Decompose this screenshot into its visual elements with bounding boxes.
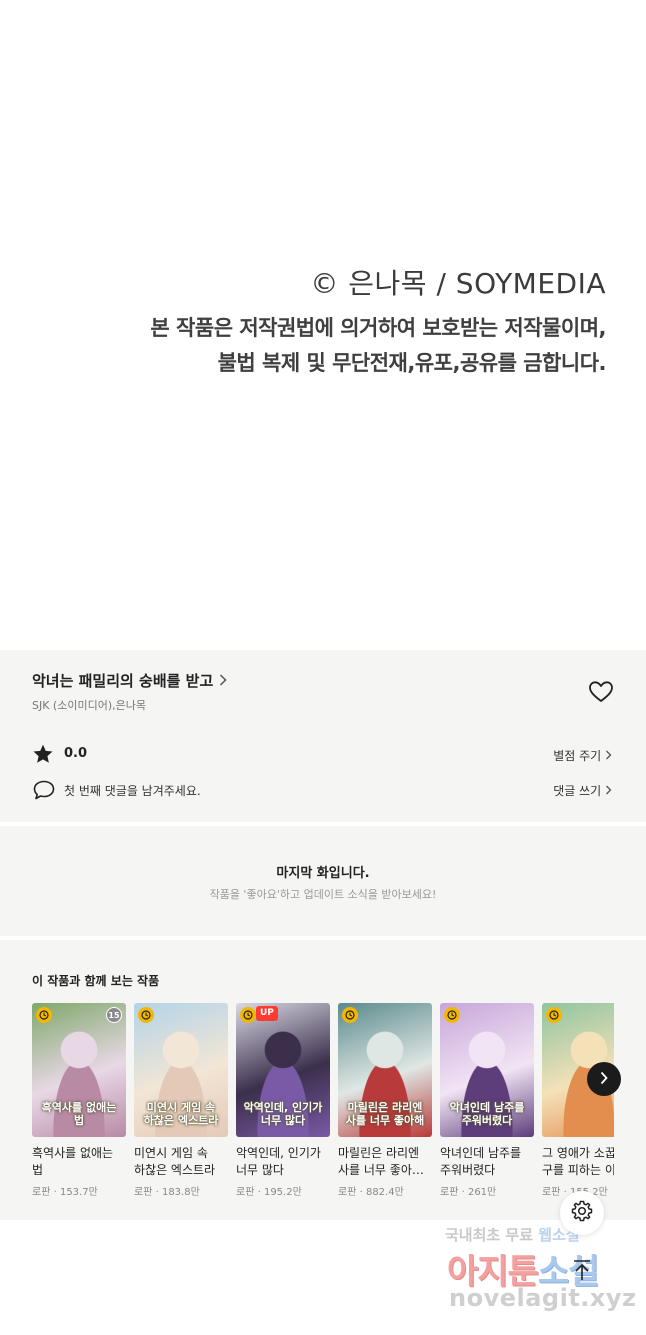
card-title: 미연시 게임 속 하찮은 엑스트라 bbox=[134, 1146, 216, 1177]
card-title: 악역인데, 인기가 너무 많다 bbox=[236, 1146, 321, 1177]
watermark-url: novelagit.xyz bbox=[449, 1284, 637, 1312]
recommendation-card[interactable]: 악녀인데 남주를 주워버렸다 악녀인데 남주를 주워버렸다 로판 · 261만 bbox=[440, 1003, 534, 1198]
card-title: 마릴린은 라리엔 사를 너무 좋아… bbox=[338, 1146, 424, 1177]
work-title: 악녀는 패밀리의 숭배를 받고 bbox=[32, 672, 214, 690]
cover-title-art: 악녀인데 남주를 주워버렸다 bbox=[449, 1101, 525, 1127]
chevron-right-icon bbox=[219, 672, 227, 690]
clock-icon bbox=[546, 1007, 562, 1023]
copyright-line: © 은나목 / SOYMEDIA bbox=[310, 267, 606, 300]
card-genre: 로판 bbox=[440, 1187, 459, 1198]
card-meta: 로판 · 183.8만 bbox=[134, 1187, 200, 1198]
recommendation-card[interactable]: 마릴린은 라리엔사를 너무 좋아해마릴린은 라리엔 사를 너무 좋아… 로판 · … bbox=[338, 1003, 432, 1198]
cover-image: 15 흑역사를 없애는 법 bbox=[32, 1003, 126, 1137]
comment-hint: 첫 번째 댓글을 남겨주세요. bbox=[64, 784, 201, 798]
card-meta: 로판 · 153.7만 bbox=[32, 1187, 98, 1198]
recommendation-card[interactable]: 미연시 게임 속 하찮은 엑스트라 미연시 게임 속 하찮은 엑스트라 로판 · 1… bbox=[134, 1003, 228, 1198]
card-meta: 로판 · 261만 bbox=[440, 1187, 497, 1198]
arrow-up-icon bbox=[571, 1258, 593, 1286]
work-info-section: 악녀는 패밀리의 숭배를 받고 SJK (소이미디어),은나목 0.0 별점 주… bbox=[0, 650, 646, 822]
age-rating-badge: 15 bbox=[106, 1007, 122, 1023]
cover-title-art: 마릴린은 라리엔사를 너무 좋아해 bbox=[345, 1101, 425, 1127]
chevron-right-icon bbox=[605, 749, 612, 763]
heart-icon[interactable] bbox=[588, 680, 614, 704]
copyright-notice-image: © 은나목 / SOYMEDIA 본 작품은 저작권법에 의거하여 보호받는 저… bbox=[0, 0, 646, 650]
clock-icon bbox=[138, 1007, 154, 1023]
card-views: 183.8만 bbox=[161, 1187, 200, 1198]
recommendation-card[interactable]: 15 흑역사를 없애는 법 흑역사를 없애는 법 로판 · 153.7만 bbox=[32, 1003, 126, 1198]
card-genre: 로판 bbox=[236, 1187, 255, 1198]
recommendation-carousel[interactable]: 15 흑역사를 없애는 법 흑역사를 없애는 법 로판 · 153.7만 미연시 게임 … bbox=[32, 1003, 614, 1213]
work-info-panel: 악녀는 패밀리의 숭배를 받고 SJK (소이미디어),은나목 0.0 별점 주… bbox=[0, 650, 646, 1220]
recommendations-section: 이 작품과 함께 보는 작품 15 흑역사를 없애는 법 흑역사를 없애는 법 로판 … bbox=[0, 940, 646, 1220]
last-episode-title: 마지막 화입니다. bbox=[276, 866, 370, 881]
cover-image: 미연시 게임 속 하찮은 엑스트라 bbox=[134, 1003, 228, 1137]
carousel-next-button[interactable] bbox=[587, 1062, 621, 1096]
site-watermark: 국내최초 무료 웹소설 아지툰소설 novelagit.xyz bbox=[445, 1222, 637, 1322]
last-episode-subtitle: 작품을 '좋아요'하고 업데이트 소식을 받아보세요! bbox=[209, 888, 437, 901]
card-genre: 로판 bbox=[338, 1187, 357, 1198]
card-title: 흑역사를 없애는 법 bbox=[32, 1146, 114, 1177]
write-comment-label: 댓글 쓰기 bbox=[553, 784, 602, 798]
card-views: 261만 bbox=[467, 1187, 497, 1198]
rate-button-label: 별점 주기 bbox=[553, 749, 602, 763]
clock-icon bbox=[342, 1007, 358, 1023]
copyright-warning-line-1: 본 작품은 저작권법에 의거하여 보호받는 저작물이며, bbox=[150, 316, 606, 340]
card-title: 악녀인데 남주를 주워버렸다 bbox=[440, 1146, 522, 1177]
clock-icon bbox=[240, 1007, 256, 1023]
card-views: 882.4만 bbox=[365, 1187, 404, 1198]
rating-score: 0.0 bbox=[64, 746, 88, 761]
scroll-top-button[interactable] bbox=[560, 1250, 604, 1294]
chevron-right-icon bbox=[599, 1070, 609, 1089]
card-meta: 로판 · 195.2만 bbox=[236, 1187, 302, 1198]
recommendation-card[interactable]: UP 악역인데, 인기가 너무 많다 악역인데, 인기가 너무 많다 로판 · 195… bbox=[236, 1003, 330, 1198]
write-comment-button[interactable]: 댓글 쓰기 bbox=[553, 782, 612, 799]
chevron-right-icon bbox=[605, 784, 612, 798]
cover-image: 악녀인데 남주를 주워버렸다 bbox=[440, 1003, 534, 1137]
gear-icon bbox=[570, 1199, 594, 1227]
clock-icon bbox=[444, 1007, 460, 1023]
star-icon bbox=[32, 743, 54, 765]
card-genre: 로판 bbox=[134, 1187, 153, 1198]
work-authors: SJK (소이미디어),은나목 bbox=[32, 699, 146, 712]
work-title-link[interactable]: 악녀는 패밀리의 숭배를 받고 bbox=[32, 670, 227, 691]
cover-image: 마릴린은 라리엔사를 너무 좋아해 bbox=[338, 1003, 432, 1137]
cover-title-art: 악역인데, 인기가 너무 많다 bbox=[243, 1101, 323, 1127]
card-meta: 로판 · 882.4만 bbox=[338, 1187, 404, 1198]
card-views: 195.2만 bbox=[263, 1187, 302, 1198]
rate-button[interactable]: 별점 주기 bbox=[553, 747, 612, 764]
speech-bubble-icon bbox=[32, 779, 56, 801]
settings-button[interactable] bbox=[560, 1191, 604, 1235]
watermark-line-1: 국내최초 무료 웹소설 bbox=[445, 1226, 580, 1244]
card-views: 153.7만 bbox=[59, 1187, 98, 1198]
card-title: 그 영애가 소꿉 구를 피하는 이 bbox=[542, 1146, 614, 1177]
card-genre: 로판 bbox=[32, 1187, 51, 1198]
cover-image: UP 악역인데, 인기가 너무 많다 bbox=[236, 1003, 330, 1137]
up-badge: UP bbox=[256, 1006, 278, 1021]
clock-icon bbox=[36, 1007, 52, 1023]
cover-title-art: 흑역사를 없애는 법 bbox=[41, 1101, 117, 1127]
cover-title-art: 미연시 게임 속 하찮은 엑스트라 bbox=[143, 1101, 219, 1127]
card-genre: 로판 bbox=[542, 1187, 561, 1198]
recommendation-card[interactable]: 그 영애가 소꿉 구를 피하는 이로판 · 155.2만 bbox=[542, 1003, 614, 1198]
recommendations-heading: 이 작품과 함께 보는 작품 bbox=[32, 974, 160, 988]
copyright-warning-line-2: 불법 복제 및 무단전재,유포,공유를 금합니다. bbox=[217, 351, 607, 375]
last-episode-notice: 마지막 화입니다. 작품을 '좋아요'하고 업데이트 소식을 받아보세요! bbox=[0, 826, 646, 936]
